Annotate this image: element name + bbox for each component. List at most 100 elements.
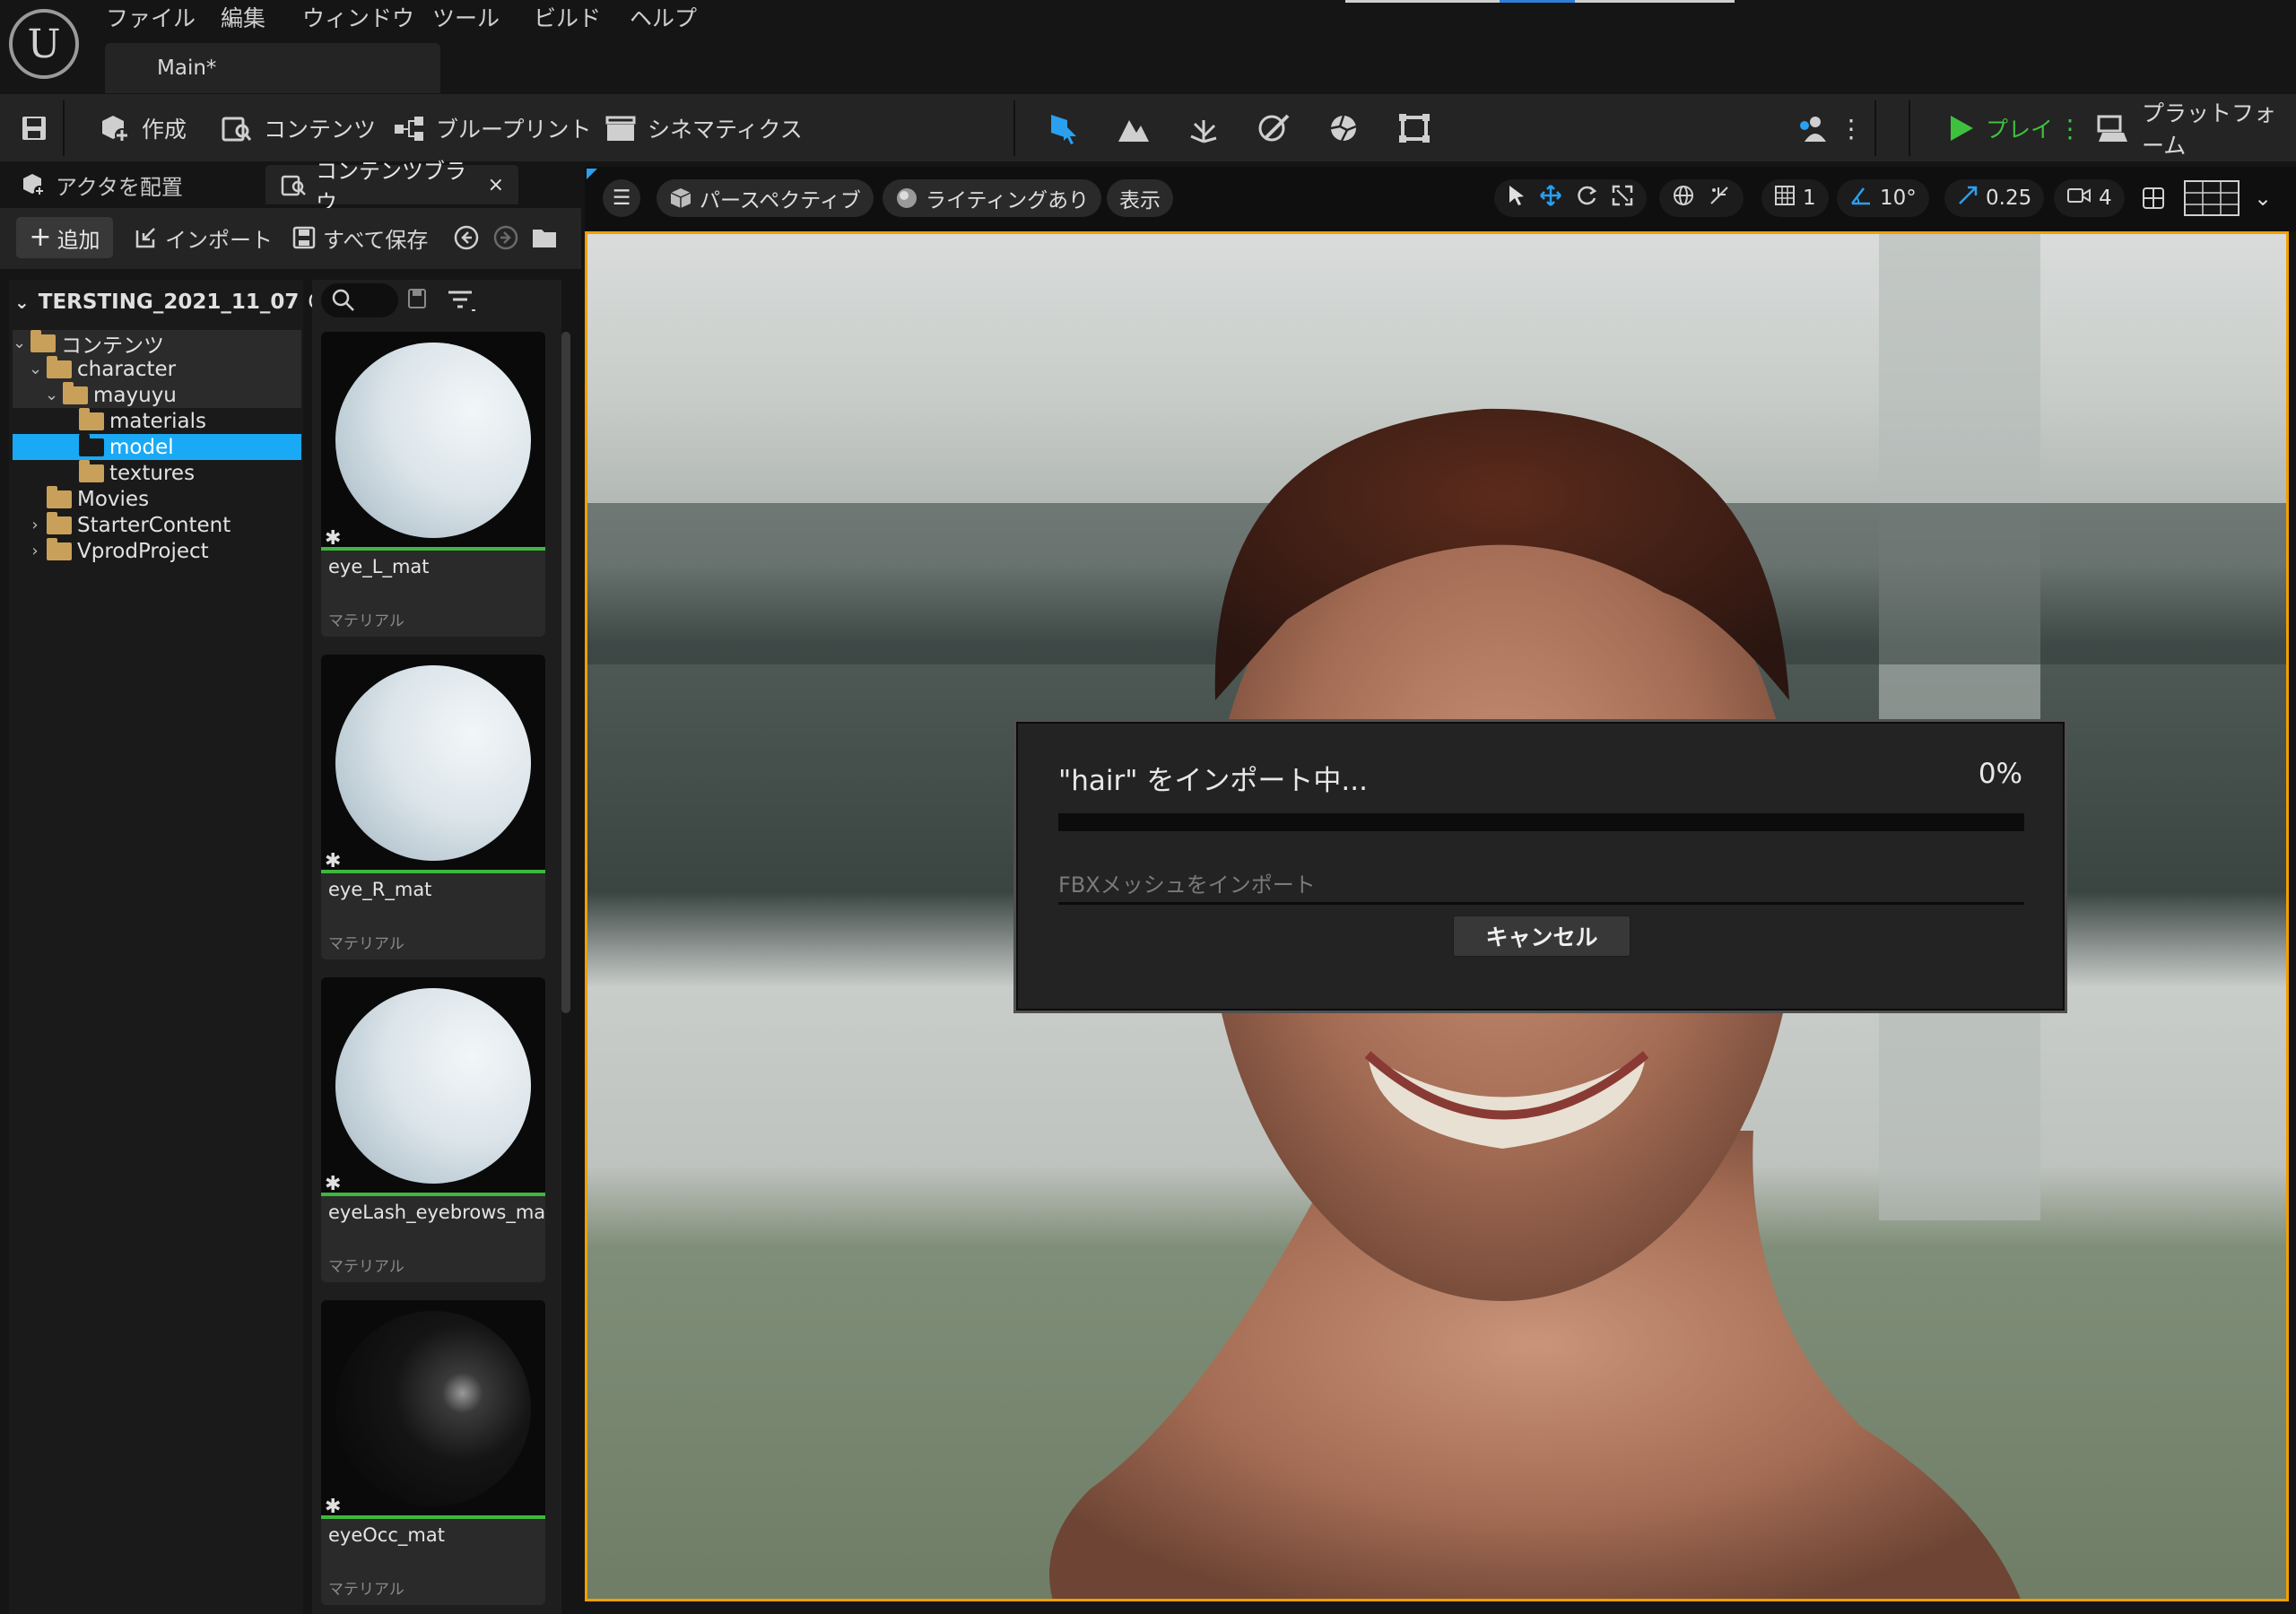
toolbar-separator	[1909, 100, 1910, 156]
save-icon	[20, 114, 48, 143]
camera-speed-value: 4	[2099, 187, 2112, 210]
tree-item-mayuyu[interactable]: ⌄ mayuyu	[13, 381, 301, 408]
multi-user-button[interactable]	[1796, 109, 1828, 147]
play-options-icon[interactable]: ⋮	[2057, 109, 2083, 147]
tree-item-vprodproject[interactable]: › VprodProject	[13, 537, 301, 564]
material-sphere-icon	[335, 665, 531, 861]
chevron-down-icon: ⌄	[13, 334, 27, 352]
material-sphere-icon	[335, 343, 531, 538]
history-forward-button[interactable]	[493, 217, 518, 258]
surface-snap-icon[interactable]	[1708, 184, 1731, 213]
tab-content-browser[interactable]: コンテンツブラウ ×	[265, 159, 518, 215]
perspective-button[interactable]: パースペクティブ	[657, 179, 874, 217]
move-tool-icon[interactable]	[1539, 184, 1562, 213]
create-button[interactable]: 作成	[97, 109, 187, 147]
level-tab-main[interactable]: Main*	[105, 43, 440, 93]
mesh-paint-button[interactable]	[1257, 109, 1292, 147]
transform-tools	[1494, 179, 1647, 217]
foliage-mode-button[interactable]	[1187, 109, 1220, 147]
tab-place-actors[interactable]: アクタを配置	[20, 165, 183, 204]
tree-item-content[interactable]: ⌄ コンテンツ	[13, 329, 301, 358]
angle-icon	[1849, 185, 1873, 212]
select-tool-icon[interactable]	[1507, 184, 1526, 213]
tree-item-label: materials	[109, 409, 206, 433]
tree-item-movies[interactable]: Movies	[13, 485, 301, 512]
import-progress-bar	[1058, 813, 2024, 831]
close-tab-icon[interactable]: ×	[488, 174, 504, 196]
viewport-layout-icon[interactable]	[2138, 179, 2169, 217]
asset-tile[interactable]: ✱ eye_R_mat マテリアル	[321, 655, 545, 959]
viewport-layout-selector-icon[interactable]	[2183, 179, 2240, 217]
chevron-down-icon[interactable]: ⌄	[2249, 179, 2276, 217]
toolbar-separator	[63, 100, 65, 156]
asset-type: マテリアル	[328, 1258, 404, 1276]
viewport-menu-button[interactable]: ☰	[603, 179, 640, 217]
search-icon	[330, 287, 357, 317]
camera-speed-button[interactable]: 4	[2054, 179, 2125, 217]
select-mode-icon	[1046, 111, 1080, 145]
import-icon	[135, 226, 158, 249]
project-root[interactable]: ⌄ TERSTING_2021_11_07 C	[14, 283, 322, 321]
save-all-button[interactable]: すべて保存	[292, 217, 428, 258]
menu-help[interactable]: ヘルプ	[630, 4, 697, 34]
platforms-button[interactable]: プラットフォーム	[2095, 100, 2296, 159]
platforms-label: プラットフォーム	[2142, 100, 2277, 159]
chevron-down-icon: ⌄	[14, 291, 30, 313]
menu-build[interactable]: ビルド	[534, 4, 601, 34]
asset-thumbnail	[321, 977, 545, 1194]
history-back-button[interactable]	[454, 217, 479, 258]
scale-tool-icon[interactable]	[1611, 184, 1634, 213]
asset-tile[interactable]: ✱ eyeLash_eyebrows_mat マテリアル	[321, 977, 545, 1282]
asset-scrollbar[interactable]	[561, 332, 570, 1013]
asset-tile[interactable]: ✱ eyeOcc_mat マテリアル	[321, 1300, 545, 1605]
content-icon	[221, 113, 253, 143]
scale-snap-button[interactable]: 0.25	[1944, 179, 2045, 217]
tree-item-textures[interactable]: textures	[13, 459, 301, 486]
back-arrow-icon	[454, 225, 479, 250]
asset-type-bar	[321, 547, 545, 551]
unreal-logo-icon[interactable]: U	[9, 9, 79, 79]
save-level-button[interactable]	[20, 109, 48, 147]
blueprint-icon	[393, 114, 425, 143]
grid-snap-button[interactable]: 1	[1761, 179, 1829, 217]
tree-item-startercontent[interactable]: › StarterContent	[13, 511, 301, 538]
tree-item-label: StarterContent	[77, 513, 231, 537]
show-button[interactable]: 表示	[1107, 179, 1173, 217]
save-search-icon[interactable]	[407, 287, 429, 314]
rotation-snap-button[interactable]: 10°	[1837, 179, 1929, 217]
world-space-icon[interactable]	[1672, 184, 1695, 213]
content-label: コンテンツ	[264, 117, 377, 143]
menu-file[interactable]: ファイル	[106, 4, 196, 34]
asset-type: マテリアル	[328, 612, 404, 630]
cancel-button[interactable]: キャンセル	[1453, 915, 1631, 957]
menu-window[interactable]: ウィンドウ	[302, 4, 414, 34]
rotate-tool-icon[interactable]	[1575, 184, 1598, 213]
modeling-mode-button[interactable]	[1397, 109, 1431, 147]
tree-item-character[interactable]: ⌄ character	[13, 355, 301, 382]
filter-icon[interactable]	[447, 287, 477, 317]
content-button[interactable]: コンテンツ	[221, 109, 376, 147]
select-mode-button[interactable]	[1046, 109, 1080, 147]
cinematics-label: シネマティクス	[648, 117, 803, 143]
asset-thumbnail	[321, 1300, 545, 1517]
add-button[interactable]: + 追加	[16, 217, 113, 258]
asset-type-bar	[321, 1515, 545, 1519]
tree-item-model[interactable]: model	[13, 433, 301, 460]
gamepad-icon	[2095, 113, 2131, 143]
search-input[interactable]	[321, 283, 398, 317]
mountain-icon	[1117, 113, 1151, 143]
fracture-mode-button[interactable]	[1327, 109, 1360, 147]
lighting-mode-button[interactable]: ライティングあり	[883, 179, 1102, 217]
play-button[interactable]: プレイ	[1948, 109, 2053, 147]
menu-tools[interactable]: ツール	[432, 4, 500, 34]
more-options-icon[interactable]: ⋮	[1839, 109, 1864, 147]
cinematics-button[interactable]: シネマティクス	[604, 109, 803, 147]
menu-edit[interactable]: 編集	[221, 4, 265, 34]
plus-icon: +	[29, 221, 52, 253]
asset-tile[interactable]: ✱ eye_L_mat マテリアル	[321, 332, 545, 637]
landscape-mode-button[interactable]	[1117, 109, 1151, 147]
tree-item-materials[interactable]: materials	[13, 407, 301, 434]
blueprint-button[interactable]: ブループリント	[393, 109, 592, 147]
import-button[interactable]: インポート	[135, 217, 273, 258]
folder-browse-button[interactable]	[531, 217, 558, 258]
